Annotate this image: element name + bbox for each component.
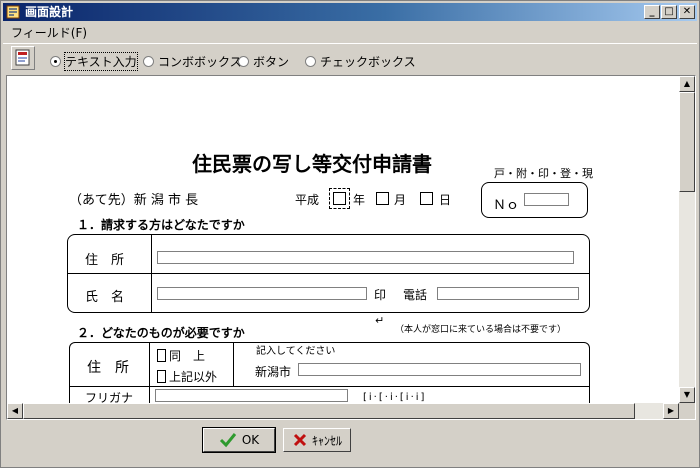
radio-label: ボタン (253, 55, 290, 69)
cancel-label: ｷｬﾝｾﾙ (311, 433, 342, 448)
radio-button[interactable]: ボタン (238, 53, 289, 70)
title-bar: 画面設計 _ □ ✕ (3, 3, 697, 21)
radio-text-input[interactable]: テキスト入力 (50, 52, 138, 71)
close-button[interactable]: ✕ (679, 5, 695, 19)
scroll-down-button[interactable]: ▼ (679, 387, 695, 403)
radio-dot (143, 56, 154, 67)
subject-address-field[interactable] (298, 363, 581, 376)
section1-heading: １．請求する方はどなたですか (77, 218, 245, 232)
menu-field[interactable]: フィールド(F) (11, 24, 87, 41)
scroll-right-button[interactable]: ▶ (663, 403, 679, 419)
radio-label: テキスト入力 (64, 52, 138, 71)
app-window: 画面設計 _ □ ✕ フィールド(F) テキスト入力 コンボボックス ボタン チ… (0, 0, 700, 468)
window-title: 画面設計 (25, 5, 74, 19)
radio-label: チェックボックス (320, 55, 416, 69)
fill-in-note: 記入してください (256, 346, 336, 357)
app-icon (6, 5, 20, 19)
other-label: 上記以外 (169, 370, 218, 384)
form-document: 住民票の写し等交付申請書 戸・附・印・登・現 （あて先）新 潟 市 長 平成 年… (7, 76, 679, 403)
scroll-up-button[interactable]: ▲ (679, 76, 695, 92)
furigana-field[interactable] (155, 389, 348, 402)
note-text: （本人が窓口に来ている場合は不要です） (395, 325, 567, 335)
radio-dot (50, 56, 61, 67)
phone-field[interactable] (437, 287, 579, 300)
check-icon (219, 433, 236, 448)
subject-address-label: 住 所 (87, 360, 129, 376)
scroll-left-button[interactable]: ◀ (7, 403, 23, 419)
dialog-buttons: OK ｷｬﾝｾﾙ (3, 422, 697, 467)
requester-address-label: 住 所 (85, 253, 125, 268)
divider (67, 273, 590, 274)
certificate-kinds: 戸・附・印・登・現 (494, 167, 593, 180)
year-field-selected[interactable] (329, 188, 350, 209)
same-label: 同 上 (169, 349, 206, 363)
addressee-label: （あて先）新 潟 市 長 (69, 193, 199, 208)
radio-combobox[interactable]: コンボボックス (143, 53, 242, 70)
form-layout-icon (15, 49, 30, 66)
divider (151, 234, 152, 313)
toolbar: テキスト入力 コンボボックス ボタン チェックボックス (3, 43, 697, 74)
era-label: 平成 (295, 193, 320, 207)
month-field[interactable] (376, 192, 389, 205)
furigana-label: フリガナ (85, 391, 134, 403)
day-field[interactable] (420, 192, 433, 205)
radio-checkbox[interactable]: チェックボックス (305, 53, 416, 70)
divider (233, 342, 234, 387)
section2-heading: ２．どなたのものが必要ですか (77, 326, 245, 340)
divider (69, 386, 590, 387)
radio-label: コンボボックス (158, 55, 242, 69)
divider (149, 342, 150, 403)
city-label: 新潟市 (255, 365, 292, 379)
requester-address-field[interactable] (157, 251, 574, 264)
menu-bar: フィールド(F) (3, 22, 697, 40)
no-field[interactable] (524, 193, 569, 206)
phone-label: 電話 (403, 288, 428, 302)
day-label: 日 (439, 193, 452, 207)
minimize-button[interactable]: _ (644, 5, 660, 19)
ok-button[interactable]: OK (202, 427, 276, 453)
requester-name-field[interactable] (157, 287, 367, 300)
cancel-button[interactable]: ｷｬﾝｾﾙ (283, 428, 351, 452)
month-label: 月 (394, 193, 407, 207)
ok-label: OK (241, 433, 260, 447)
maximize-button[interactable]: □ (661, 5, 677, 19)
same-option[interactable]: 同 上 (157, 347, 205, 364)
small-fields[interactable]: [ⅰ·[·ⅰ·[ⅰ·ⅰ] (363, 392, 426, 403)
layout-tool-button[interactable] (11, 46, 35, 70)
radio-dot (238, 56, 249, 67)
radio-dot (305, 56, 316, 67)
scroll-corner (679, 403, 695, 419)
form-title: 住民票の写し等交付申請書 (192, 152, 432, 176)
no-label: Ｎｏ (493, 198, 520, 213)
year-label: 年 (353, 193, 366, 207)
horizontal-scrollbar[interactable]: ◀ ▶ (7, 403, 679, 419)
seal-label: 印 (374, 288, 387, 302)
requester-name-label: 氏 名 (85, 290, 125, 305)
design-canvas[interactable]: 住民票の写し等交付申請書 戸・附・印・登・現 （あて先）新 潟 市 長 平成 年… (6, 75, 696, 420)
horizontal-scroll-thumb[interactable] (23, 403, 635, 419)
vertical-scrollbar[interactable]: ▲ ▼ (679, 76, 695, 403)
other-option[interactable]: 上記以外 (157, 368, 217, 385)
vertical-scroll-thumb[interactable] (679, 92, 695, 192)
arrow-icon: ↵ (375, 314, 385, 327)
cancel-x-icon (293, 433, 307, 447)
